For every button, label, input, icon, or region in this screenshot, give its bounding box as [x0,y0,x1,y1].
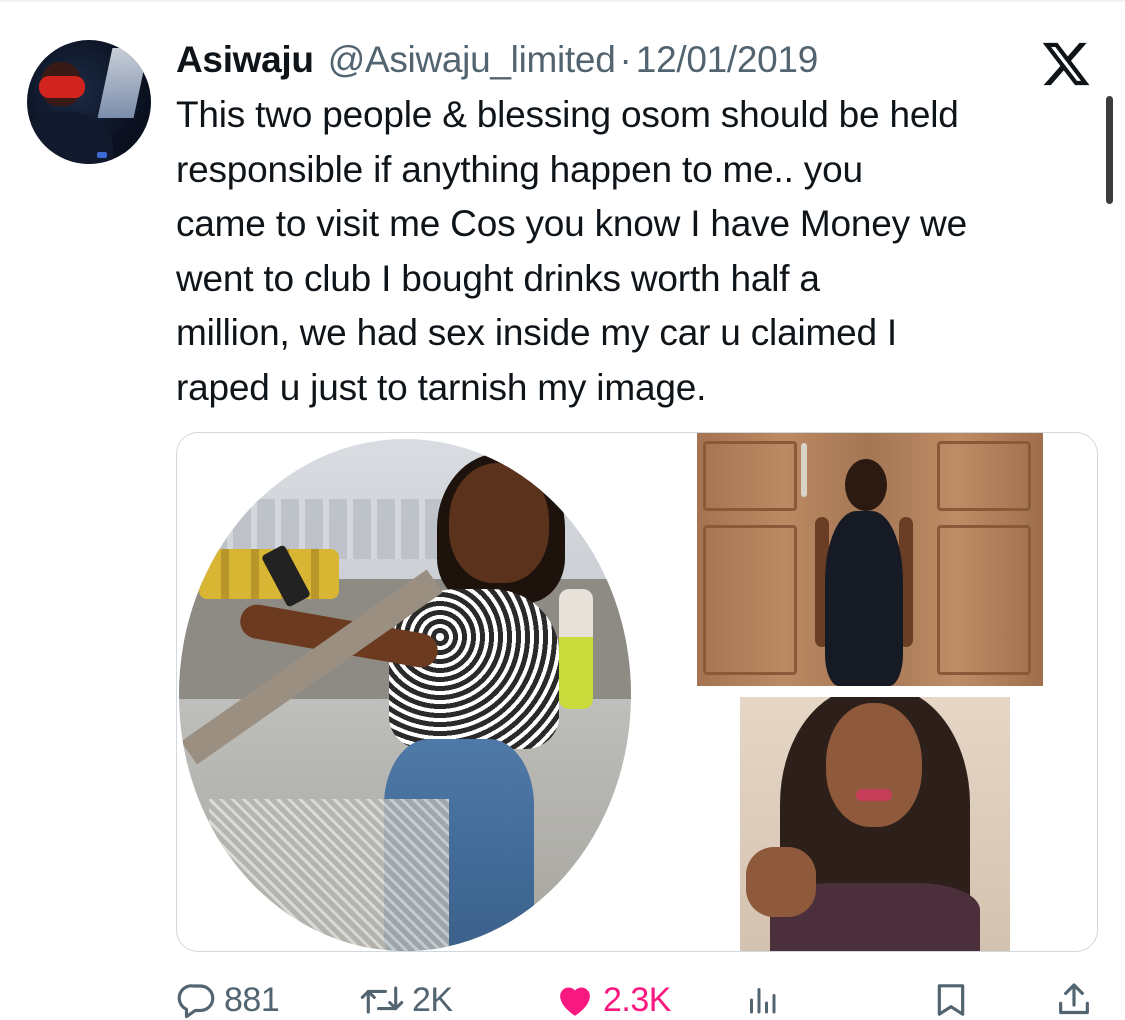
post-text-line: million, we had sex inside my car u clai… [176,312,898,353]
bookmark-button[interactable] [931,975,971,1020]
top-divider [0,0,1125,2]
media-photo-woman-door[interactable] [697,433,1043,686]
door-panel [703,441,797,511]
post-text: This two people & blessing osom should b… [176,88,1101,415]
post-text-line: came to visit me Cos you know I have Mon… [176,203,967,244]
avatar-dot [97,152,107,158]
post-media-card[interactable] [176,432,1098,952]
views-button[interactable] [744,975,780,1020]
avatar-red-mask [39,76,85,98]
post-text-line: raped u just to tarnish my image. [176,366,707,408]
share-icon [1059,983,1089,1015]
post-text-line: This two people & blessing osom should b… [176,94,959,135]
photo-background-person [559,589,593,709]
retweet-icon [360,986,404,1014]
like-count: 2.3K [603,980,671,1019]
door-handle [801,443,807,497]
reply-button[interactable]: 881 [176,975,280,1020]
photo-floral-top [389,589,559,749]
author-name[interactable]: Asiwaju [176,36,314,84]
photo-lips [856,789,892,801]
share-button[interactable] [1054,975,1094,1020]
like-button[interactable]: 2.3K [553,975,671,1020]
header-separator: · [619,39,632,80]
photo-fence [209,799,449,951]
author-avatar[interactable] [27,40,151,164]
reply-count: 881 [224,980,280,1019]
x-logo-icon [1042,42,1090,86]
heart-icon [560,987,590,1016]
photo-hand [746,847,816,917]
door-panel [937,441,1031,511]
avatar-background-light [97,48,149,118]
author-handle[interactable]: @Asiwaju_limited [328,36,616,84]
post-text-line: responsible if anything happen to me.. y… [176,148,863,190]
post-header: Asiwaju @Asiwaju_limited · 12/01/2019 [176,36,818,84]
views-icon [750,988,776,1014]
media-photo-woman-racetrack[interactable] [179,439,631,951]
retweet-count: 2K [412,980,453,1019]
reply-icon [177,984,215,1019]
photo-head [845,459,887,511]
post-action-bar: 881 2K 2.3K [176,975,1096,1020]
door-panel [703,525,797,675]
media-photo-woman-portrait[interactable] [740,697,1010,951]
retweet-button[interactable]: 2K [358,975,453,1020]
bookmark-icon [937,984,965,1016]
post-date[interactable]: 12/01/2019 [636,36,818,84]
scrollbar[interactable] [1106,96,1113,204]
door-panel [937,525,1031,675]
photo-black-dress [825,511,903,686]
post-text-line: went to club I bought drinks worth half … [176,257,820,299]
photo-face [826,703,922,827]
photo-head [449,463,549,583]
